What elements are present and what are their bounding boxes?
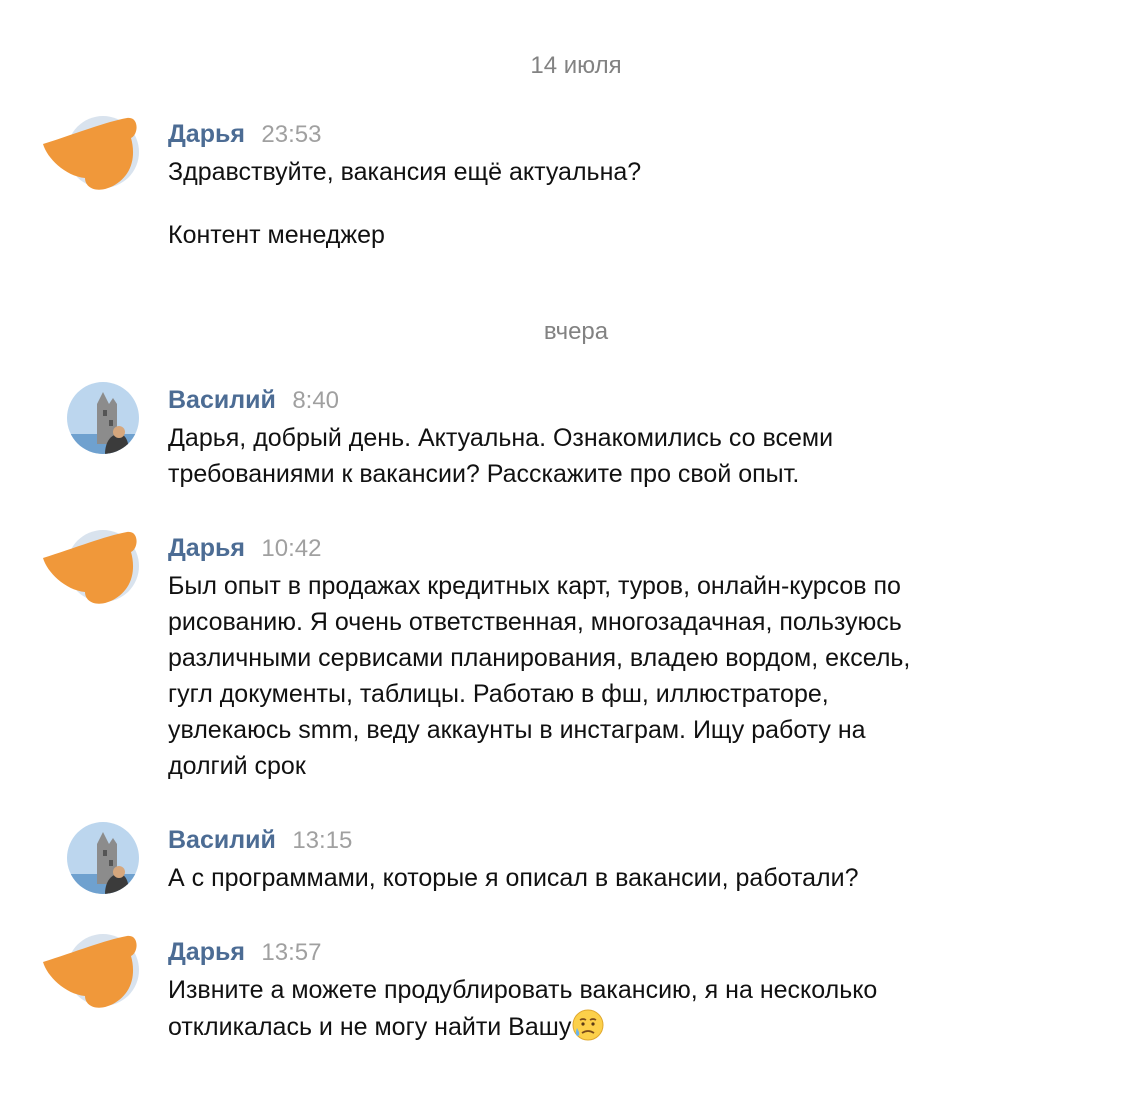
redacted-avatar[interactable] <box>43 934 139 1010</box>
author-name[interactable]: Дарья <box>168 534 245 562</box>
message-line: требованиями к вакансии? Расскажите про … <box>168 460 800 488</box>
message-line: гугл документы, таблицы. Работаю в фш, и… <box>168 680 829 708</box>
author-name[interactable]: Дарья <box>168 938 245 966</box>
message-line: долгий срок <box>168 752 306 780</box>
author-name[interactable]: Дарья <box>168 120 245 148</box>
redacted-avatar[interactable] <box>43 116 139 192</box>
message-line: Дарья, добрый день. Актуальна. Ознакомил… <box>168 424 834 452</box>
message-line: откликалась и не могу найти Вашу <box>168 1013 572 1041</box>
author-name[interactable]: Василий <box>168 826 276 854</box>
message-text: Здравствуйте, вакансия ещё актуальна? Ко… <box>168 154 1018 253</box>
message-text: Был опыт в продажах кредитных карт, туро… <box>168 568 1018 784</box>
message-header: Дарья 10:42 <box>168 534 321 566</box>
date-separator: вчера <box>543 318 609 345</box>
message-time: 8:40 <box>292 387 340 414</box>
message-line: увлекаюсь smm, веду аккаунты в инстаграм… <box>168 716 866 744</box>
message-line: рисованию. Я очень ответственная, многоз… <box>168 608 902 636</box>
message-header: Дарья 13:57 <box>168 938 321 970</box>
message-line: Был опыт в продажах кредитных карт, туро… <box>168 572 901 600</box>
message-line: различными сервисами планирования, владе… <box>168 644 911 672</box>
date-separator: 14 июля <box>530 52 622 79</box>
message-text: Извните а можете продублировать вакансию… <box>168 972 1018 1045</box>
message-line: А с программами, которые я описал в вака… <box>168 864 859 892</box>
message-time: 13:57 <box>261 939 322 966</box>
message-header: Василий 8:40 <box>168 386 339 418</box>
message-time: 23:53 <box>261 121 322 148</box>
photo-avatar[interactable] <box>67 382 139 454</box>
author-name[interactable]: Василий <box>168 386 276 414</box>
message-header: Дарья 23:53 <box>168 120 321 152</box>
photo-avatar[interactable] <box>67 822 139 894</box>
message-text: А с программами, которые я описал в вака… <box>168 860 1018 896</box>
message-time: 13:15 <box>292 827 353 854</box>
redacted-avatar[interactable] <box>43 530 139 606</box>
message-header: Василий 13:15 <box>168 826 352 858</box>
message-time: 10:42 <box>261 535 322 562</box>
message-text: Дарья, добрый день. Актуальна. Ознакомил… <box>168 420 1018 492</box>
message-line: Контент менеджер <box>168 221 385 249</box>
message-line: Извните а можете продублировать вакансию… <box>168 976 878 1004</box>
message-line-with-emoji: откликалась и не могу найти Вашу <box>168 1008 1018 1045</box>
message-line: Здравствуйте, вакансия ещё актуальна? <box>168 158 642 186</box>
sad-sweat-emoji-icon <box>571 1008 605 1042</box>
